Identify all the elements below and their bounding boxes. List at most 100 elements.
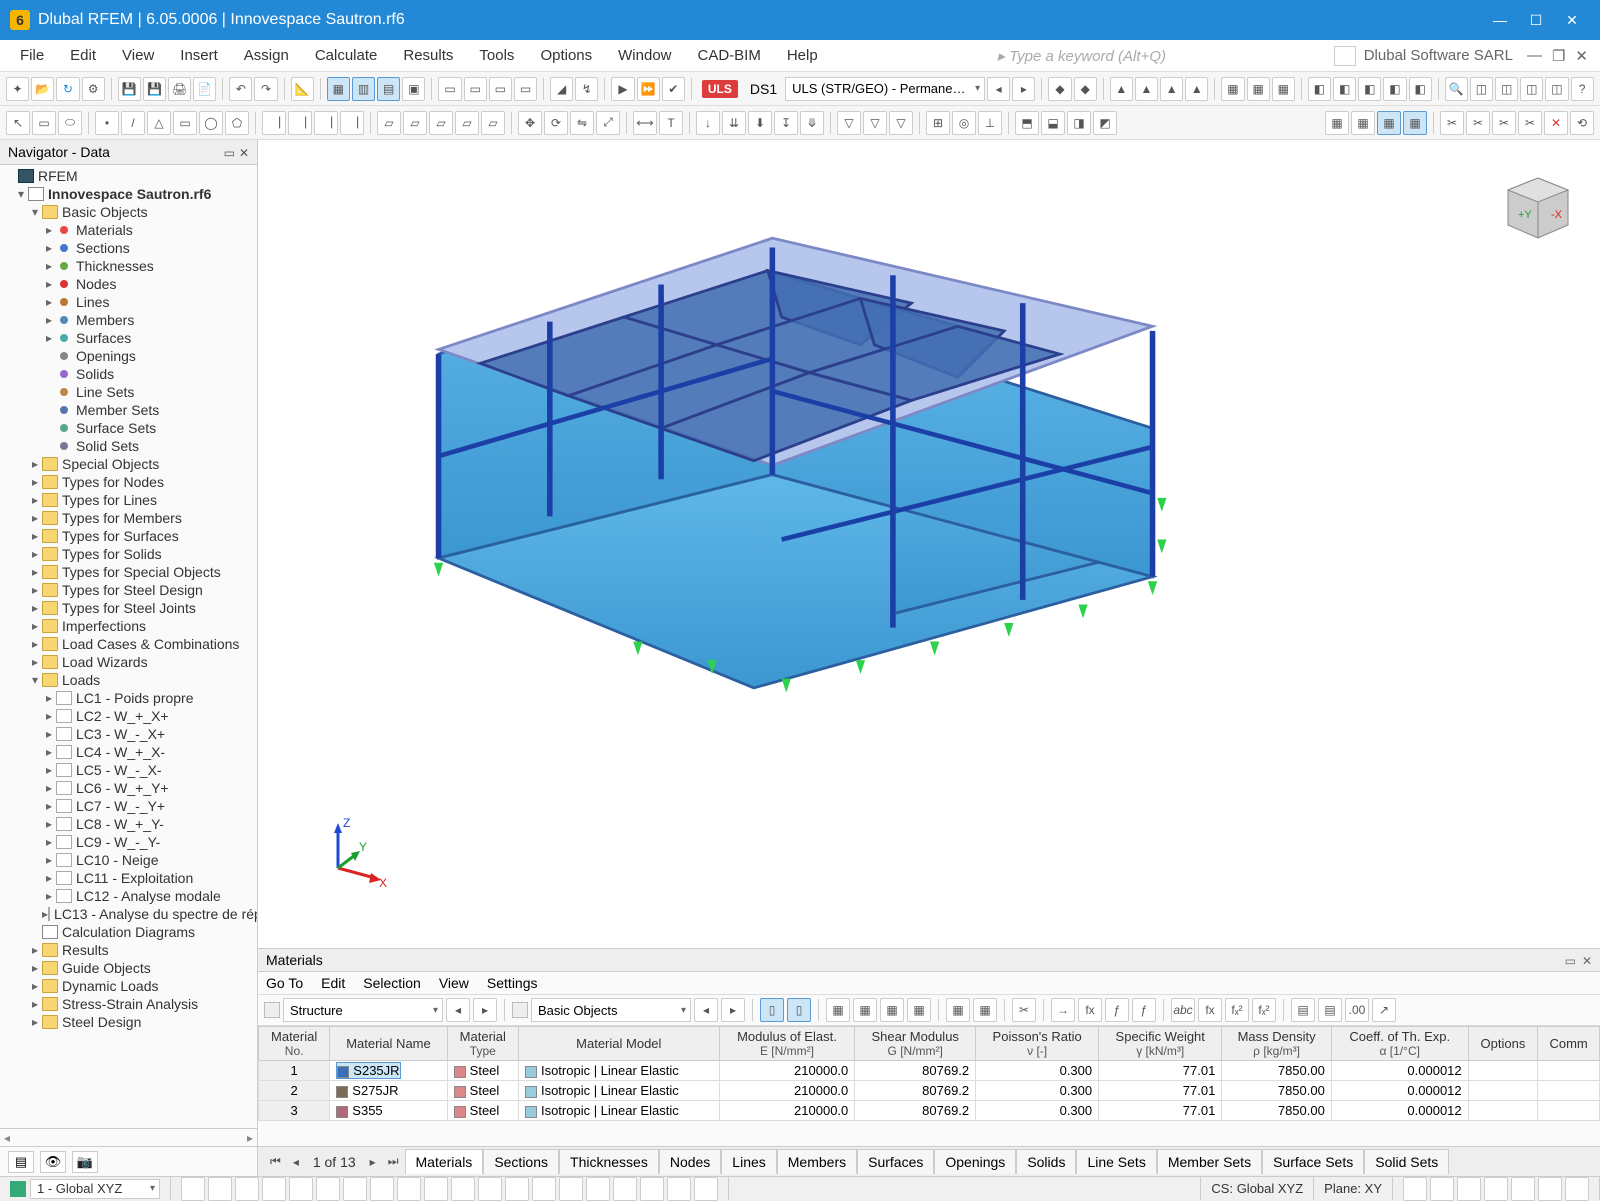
layout2-icon[interactable]: ▭ xyxy=(464,77,487,101)
table-tab[interactable]: Openings xyxy=(934,1149,1016,1174)
panel-fx6-icon[interactable]: fₓ² xyxy=(1252,998,1276,1022)
scroll-right-icon[interactable]: ▸ xyxy=(247,1131,253,1145)
tree-basic-item[interactable]: Openings xyxy=(0,347,257,365)
panel-fx2-icon[interactable]: ƒ xyxy=(1105,998,1129,1022)
check-icon[interactable]: ✔ xyxy=(662,77,685,101)
tool-a-icon[interactable]: ◆ xyxy=(1048,77,1071,101)
table-tab[interactable]: Sections xyxy=(483,1149,559,1174)
menu-window[interactable]: Window xyxy=(606,43,683,68)
tree-folder[interactable]: ▸Types for Solids xyxy=(0,545,257,563)
panel-prev1-icon[interactable]: ◂ xyxy=(446,998,470,1022)
minimize-button[interactable]: — xyxy=(1482,6,1518,34)
tree-folder[interactable]: ▸Dynamic Loads xyxy=(0,977,257,995)
surface4-icon[interactable]: ▱ xyxy=(455,111,479,135)
render5-icon[interactable]: ◧ xyxy=(1409,77,1432,101)
s3-icon[interactable] xyxy=(235,1177,259,1201)
nav-tab-data-icon[interactable]: ▤ xyxy=(8,1151,34,1173)
tree-load-case[interactable]: ▸LC5 - W_-_X- xyxy=(0,761,257,779)
select-icon[interactable]: ↖ xyxy=(6,111,30,135)
panel-menu-settings[interactable]: Settings xyxy=(487,975,538,991)
render2-icon[interactable]: ◧ xyxy=(1333,77,1356,101)
sb4-icon[interactable] xyxy=(1484,1177,1508,1201)
menu-view[interactable]: View xyxy=(110,43,166,68)
panel-menu-selection[interactable]: Selection xyxy=(363,975,421,991)
draw3-icon[interactable]: △ xyxy=(147,111,171,135)
tab-prev-icon[interactable]: ◂ xyxy=(287,1155,305,1169)
table-tab[interactable]: Materials xyxy=(405,1149,484,1174)
tree-folder[interactable]: ▸Types for Steel Joints xyxy=(0,599,257,617)
table-row[interactable]: 1 S235JR Steel Isotropic | Linear Elasti… xyxy=(259,1061,1600,1081)
clip2-icon[interactable]: ✂ xyxy=(1466,111,1490,135)
tree-folder[interactable]: ▸Steel Design xyxy=(0,1013,257,1031)
panel-export-icon[interactable]: ↗ xyxy=(1372,998,1396,1022)
tree-load-case[interactable]: ▸LC8 - W_+_Y- xyxy=(0,815,257,833)
axis-gizmo[interactable]: Z X Y xyxy=(313,813,393,893)
grid-icon[interactable]: ⊞ xyxy=(926,111,950,135)
materials-table[interactable]: MaterialNo. Material Name MaterialType M… xyxy=(258,1026,1600,1121)
panel-fx3-icon[interactable]: ƒ xyxy=(1132,998,1156,1022)
calc-all-icon[interactable]: ⏩ xyxy=(637,77,660,101)
tool-b-icon[interactable]: ◆ xyxy=(1074,77,1097,101)
s13-icon[interactable] xyxy=(505,1177,529,1201)
display2-icon[interactable]: ▦ xyxy=(1247,77,1270,101)
result1-icon[interactable]: ▲ xyxy=(1110,77,1133,101)
navigator-tree[interactable]: RFEM ▾Innovespace Sautron.rf6 ▾Basic Obj… xyxy=(0,165,257,1128)
tree-load-case[interactable]: ▸LC13 - Analyse du spectre de rép xyxy=(0,905,257,923)
menu-calculate[interactable]: Calculate xyxy=(303,43,390,68)
s16-icon[interactable] xyxy=(586,1177,610,1201)
redo-icon[interactable]: ↷ xyxy=(254,77,277,101)
support3-icon[interactable]: ▽ xyxy=(889,111,913,135)
result4-icon[interactable]: ▲ xyxy=(1185,77,1208,101)
next-lc-icon[interactable]: ▸ xyxy=(1012,77,1035,101)
panel-copy-icon[interactable]: ▤ xyxy=(1291,998,1315,1022)
s11-icon[interactable] xyxy=(451,1177,475,1201)
menu-cad-bim[interactable]: CAD-BIM xyxy=(686,43,773,68)
view-front-icon[interactable]: ⬓ xyxy=(1041,111,1065,135)
table-tab[interactable]: Surface Sets xyxy=(1262,1149,1364,1174)
tree-basic-item[interactable]: Solid Sets xyxy=(0,437,257,455)
table-tab[interactable]: Nodes xyxy=(659,1149,721,1174)
view-iso-icon[interactable]: ◩ xyxy=(1093,111,1117,135)
panel-menu-view[interactable]: View xyxy=(439,975,469,991)
panel-filter2-icon[interactable]: ▯ xyxy=(787,998,811,1022)
member3-icon[interactable]: ⎹ xyxy=(314,111,338,135)
tree-basic-item[interactable]: ▸Lines xyxy=(0,293,257,311)
panel-close-icon[interactable]: ✕ xyxy=(1582,954,1592,968)
table-tab[interactable]: Lines xyxy=(721,1149,776,1174)
open-icon[interactable]: 📂 xyxy=(31,77,54,101)
surface3-icon[interactable]: ▱ xyxy=(429,111,453,135)
panel-grp5-icon[interactable]: ▦ xyxy=(946,998,970,1022)
scale-icon[interactable]: ⤢ xyxy=(596,111,620,135)
panel-fx1-icon[interactable]: fx xyxy=(1078,998,1102,1022)
view-side-icon[interactable]: ◨ xyxy=(1067,111,1091,135)
tree-folder[interactable]: ▸Stress-Strain Analysis xyxy=(0,995,257,1013)
iso1-icon[interactable]: ◫ xyxy=(1470,77,1493,101)
ortho-icon[interactable]: ⊥ xyxy=(978,111,1002,135)
tree-folder[interactable]: ▸Load Cases & Combinations xyxy=(0,635,257,653)
move-icon[interactable]: ✥ xyxy=(518,111,542,135)
tree-load-case[interactable]: ▸LC6 - W_+_Y+ xyxy=(0,779,257,797)
panel-grp2-icon[interactable]: ▦ xyxy=(853,998,877,1022)
panel1-icon[interactable]: ▦ xyxy=(327,77,350,101)
measure-icon[interactable]: 📐 xyxy=(291,77,314,101)
render4-icon[interactable]: ◧ xyxy=(1383,77,1406,101)
new-icon[interactable]: ✦ xyxy=(6,77,29,101)
s7-icon[interactable] xyxy=(343,1177,367,1201)
nav-tab-display-icon[interactable]: 👁 xyxy=(40,1151,66,1173)
table-tab[interactable]: Line Sets xyxy=(1076,1149,1156,1174)
select-box-icon[interactable]: ▭ xyxy=(32,111,56,135)
table-row[interactable]: 2 S275JR Steel Isotropic | Linear Elasti… xyxy=(259,1081,1600,1101)
tree-load-case[interactable]: ▸LC7 - W_-_Y+ xyxy=(0,797,257,815)
render3-icon[interactable]: ◧ xyxy=(1358,77,1381,101)
tree-load-case[interactable]: ▸LC12 - Analyse modale xyxy=(0,887,257,905)
extra3-icon[interactable]: ▦ xyxy=(1377,111,1401,135)
s2-icon[interactable] xyxy=(208,1177,232,1201)
tab-next-icon[interactable]: ▸ xyxy=(364,1155,382,1169)
del-clip-icon[interactable]: ✕ xyxy=(1544,111,1568,135)
help-icon[interactable]: ? xyxy=(1571,77,1594,101)
extra2-icon[interactable]: ▦ xyxy=(1351,111,1375,135)
load1-icon[interactable]: ↓ xyxy=(696,111,720,135)
layout1-icon[interactable]: ▭ xyxy=(438,77,461,101)
nav-tab-views-icon[interactable]: 📷 xyxy=(72,1151,98,1173)
iso4-icon[interactable]: ◫ xyxy=(1545,77,1568,101)
